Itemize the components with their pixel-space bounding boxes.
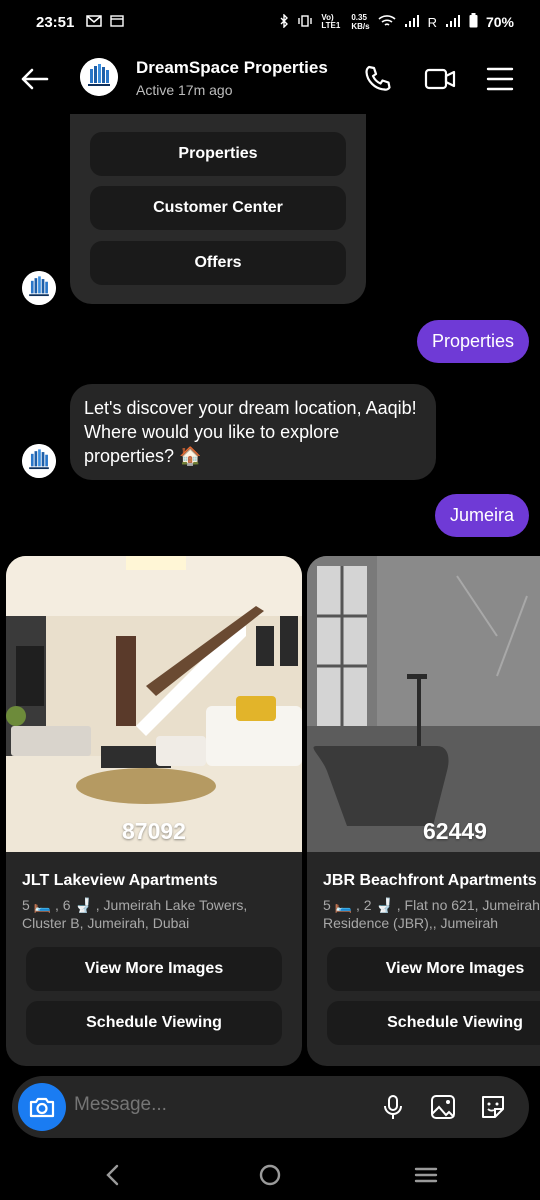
signal-icon: [404, 14, 420, 31]
message-input[interactable]: [74, 1094, 274, 1116]
outgoing-message[interactable]: Properties: [416, 320, 529, 363]
property-title: JBR Beachfront Apartments: [323, 872, 537, 889]
clock: 23:51: [36, 13, 75, 31]
lte-indicator: Vo) LTE1: [321, 13, 341, 30]
property-price: 62449: [423, 818, 487, 844]
vibrate-icon: [297, 14, 313, 30]
back-button[interactable]: [18, 62, 52, 96]
phone-icon: [365, 65, 391, 91]
schedule-viewing-button[interactable]: Schedule Viewing: [26, 1001, 282, 1045]
message-composer: [12, 1076, 529, 1138]
image-icon: [431, 1095, 455, 1119]
recents-icon: [414, 1167, 438, 1183]
dreamspace-logo-icon: [22, 271, 56, 305]
camera-button[interactable]: [18, 1083, 66, 1131]
system-nav-bar: [0, 1150, 540, 1200]
schedule-viewing-button[interactable]: Schedule Viewing: [327, 1001, 540, 1045]
active-status: Active 17m ago: [136, 82, 233, 98]
property-description: 5 🛏️ , 6 🚽 , Jumeirah Lake Towers, Clust…: [22, 897, 248, 931]
home-circle-icon: [259, 1164, 281, 1186]
bluetooth-icon: [279, 12, 289, 31]
video-call-button[interactable]: [424, 64, 456, 94]
signal-icon-2: [445, 14, 461, 31]
nav-recents-button[interactable]: [413, 1162, 439, 1188]
quick-menu-card: Properties Customer Center Offers: [70, 114, 366, 304]
chat-header: DreamSpace Properties Active 17m ago: [0, 44, 540, 114]
property-card[interactable]: 87092 JLT Lakeview Apartments 5 🛏️ , 6 🚽…: [6, 556, 302, 1066]
view-more-images-button[interactable]: View More Images: [327, 947, 540, 991]
contact-name[interactable]: DreamSpace Properties: [136, 58, 328, 78]
battery-percent: 70%: [485, 14, 514, 30]
property-title: JLT Lakeview Apartments: [22, 872, 218, 889]
incoming-message[interactable]: Let's discover your dream location, Aaqi…: [70, 384, 436, 480]
roaming-indicator: R: [427, 14, 437, 30]
calendar-icon: [110, 14, 125, 30]
menu-option-offers[interactable]: Offers: [90, 241, 346, 285]
microphone-icon: [384, 1095, 402, 1119]
menu-button[interactable]: [486, 64, 516, 94]
chat-thread[interactable]: Properties Customer Center Offers Proper…: [0, 114, 540, 1074]
chevron-left-icon: [106, 1164, 119, 1186]
gmail-icon: [86, 14, 103, 30]
net-speed: 0.35 KB/s: [351, 13, 370, 31]
profile-avatar[interactable]: [80, 58, 118, 96]
voice-call-button[interactable]: [362, 64, 392, 94]
property-price: 87092: [122, 818, 186, 844]
view-more-images-button[interactable]: View More Images: [26, 947, 282, 991]
sticker-icon: [482, 1096, 504, 1118]
menu-option-customer-center[interactable]: Customer Center: [90, 186, 346, 230]
menu-option-properties[interactable]: Properties: [90, 132, 346, 176]
dreamspace-logo-icon: [80, 58, 118, 96]
wifi-icon: [378, 14, 396, 31]
back-arrow-icon: [21, 68, 49, 90]
video-camera-icon: [424, 68, 456, 90]
property-photo-living-room[interactable]: [6, 556, 302, 852]
property-description: 5 🛏️ , 2 🚽 , Flat no 621, Jumeirah Beach…: [323, 897, 540, 931]
status-bar: 23:51 Vo) LTE1 0.35 KB/s R 70%: [0, 0, 540, 44]
dreamspace-logo-icon: [22, 444, 56, 478]
camera-icon: [29, 1097, 55, 1118]
nav-home-button[interactable]: [257, 1162, 283, 1188]
battery-icon: [469, 13, 478, 31]
property-card[interactable]: 62449 JBR Beachfront Apartments 5 🛏️ , 2…: [307, 556, 540, 1066]
voice-message-button[interactable]: [379, 1093, 407, 1121]
sender-avatar[interactable]: [22, 271, 56, 305]
gallery-button[interactable]: [429, 1093, 457, 1121]
hamburger-icon: [486, 67, 514, 91]
outgoing-message[interactable]: Jumeira: [434, 494, 529, 537]
nav-back-button[interactable]: [100, 1162, 126, 1188]
sticker-button[interactable]: [479, 1093, 507, 1121]
property-photo-bathroom[interactable]: [307, 556, 540, 852]
sender-avatar[interactable]: [22, 444, 56, 478]
